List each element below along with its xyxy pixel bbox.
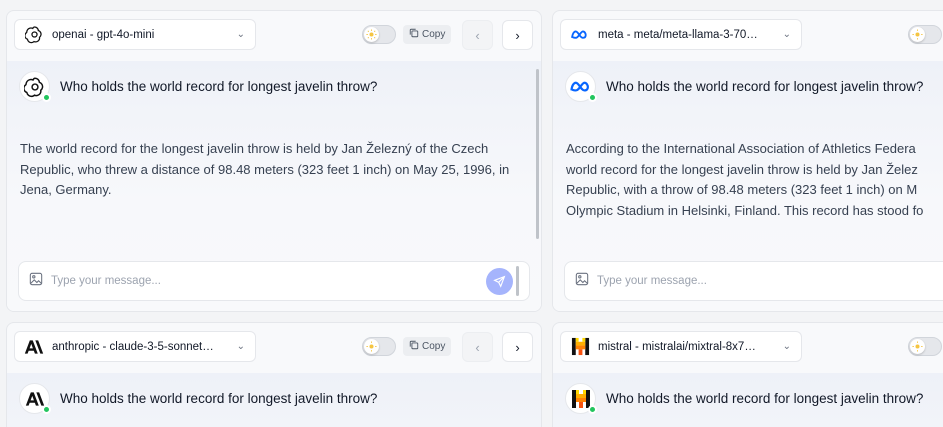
online-status-dot	[42, 405, 51, 414]
mode-toggle[interactable]	[908, 337, 942, 356]
copy-button[interactable]: Copy	[403, 25, 452, 44]
chat-panel-anthropic: anthropic - claude-3-5-sonnet… ⌄ Copy ‹ …	[6, 322, 542, 427]
copy-icon	[409, 340, 419, 353]
chat-body: Who holds the world record for longest j…	[553, 61, 943, 311]
answer-line: Republic, with a throw of 98.48 meters (…	[566, 182, 918, 197]
openai-avatar	[19, 71, 51, 102]
answer-line: According to the International Associati…	[566, 141, 916, 156]
model-select[interactable]: anthropic - claude-3-5-sonnet… ⌄	[14, 331, 256, 362]
panel-header: mistral - mistralai/mixtral-8x7… ⌄	[553, 323, 943, 373]
online-status-dot	[42, 93, 51, 102]
mistral-avatar	[565, 383, 597, 414]
chat-panel-meta: meta - meta/meta-llama-3-70… ⌄ Who holds…	[552, 10, 943, 312]
model-select[interactable]: meta - meta/meta-llama-3-70… ⌄	[560, 19, 802, 50]
copy-label: Copy	[422, 341, 446, 352]
chevron-down-icon: ⌄	[782, 29, 791, 40]
chevron-right-icon: ›	[515, 339, 520, 355]
send-icon	[493, 275, 506, 288]
panel-header: anthropic - claude-3-5-sonnet… ⌄ Copy ‹ …	[7, 323, 541, 373]
question-row: Who holds the world record for longest j…	[565, 71, 923, 102]
question-text: Who holds the world record for longest j…	[60, 391, 378, 406]
chevron-down-icon: ⌄	[236, 29, 245, 40]
image-icon[interactable]	[29, 272, 43, 291]
next-button[interactable]: ›	[502, 332, 533, 362]
chat-panel-openai: openai - gpt-4o-mini ⌄ Copy ‹ › Who hold…	[6, 10, 542, 312]
message-input[interactable]	[51, 275, 251, 287]
message-input-box	[18, 261, 530, 301]
scrollbar[interactable]	[536, 69, 539, 239]
meta-logo-icon	[570, 25, 590, 45]
copy-button[interactable]: Copy	[403, 337, 452, 356]
sun-icon	[910, 27, 925, 42]
question-text: Who holds the world record for longest j…	[606, 79, 924, 94]
message-input-box	[564, 261, 943, 301]
question-text: Who holds the world record for longest j…	[60, 79, 378, 94]
question-row: Who holds the world record for longest j…	[19, 383, 377, 414]
message-input[interactable]	[597, 275, 797, 287]
chevron-right-icon: ›	[515, 27, 520, 43]
chevron-left-icon: ‹	[475, 339, 480, 355]
mode-toggle[interactable]	[362, 25, 396, 44]
sun-icon	[364, 27, 379, 42]
anthropic-logo-icon	[24, 337, 44, 357]
question-text: Who holds the world record for longest j…	[606, 391, 924, 406]
online-status-dot	[588, 93, 597, 102]
sun-icon	[910, 339, 925, 354]
question-row: Who holds the world record for longest j…	[19, 71, 377, 102]
online-status-dot	[588, 405, 597, 414]
chevron-down-icon: ⌄	[782, 341, 791, 352]
send-button[interactable]	[486, 268, 513, 295]
model-select[interactable]: openai - gpt-4o-mini ⌄	[14, 19, 256, 50]
answer-line: world record for the longest javelin thr…	[566, 161, 918, 177]
chevron-down-icon: ⌄	[236, 341, 245, 352]
chat-body: Who holds the world record for longest j…	[553, 373, 943, 427]
answer-text: The world record for the longest javelin…	[20, 141, 510, 197]
chat-panel-mistral: mistral - mistralai/mixtral-8x7… ⌄ Who h…	[552, 322, 943, 427]
meta-avatar	[565, 71, 597, 102]
copy-icon	[409, 28, 419, 41]
sun-icon	[364, 339, 379, 354]
openai-logo-icon	[24, 25, 44, 45]
chat-body: Who holds the world record for longest j…	[7, 61, 541, 311]
mode-toggle[interactable]	[908, 25, 942, 44]
next-button[interactable]: ›	[502, 20, 533, 50]
question-row: Who holds the world record for longest j…	[565, 383, 923, 414]
prev-button[interactable]: ‹	[462, 20, 493, 50]
model-name: openai - gpt-4o-mini	[52, 28, 155, 41]
model-name: meta - meta/meta-llama-3-70…	[598, 28, 758, 41]
model-name: anthropic - claude-3-5-sonnet…	[52, 340, 214, 353]
anthropic-avatar	[19, 383, 51, 414]
model-select[interactable]: mistral - mistralai/mixtral-8x7… ⌄	[560, 331, 802, 362]
prev-button[interactable]: ‹	[462, 332, 493, 362]
mistral-logo-icon	[570, 337, 590, 357]
answer-text: According to the International Associati…	[566, 139, 943, 221]
answer-line: Olympic Stadium in Helsinki, Finland. Th…	[566, 202, 924, 218]
model-name: mistral - mistralai/mixtral-8x7…	[598, 340, 756, 353]
chat-body: Who holds the world record for longest j…	[7, 373, 541, 427]
copy-label: Copy	[422, 29, 446, 40]
input-scrollbar[interactable]	[516, 266, 519, 296]
panel-header: meta - meta/meta-llama-3-70… ⌄	[553, 11, 943, 61]
image-icon[interactable]	[575, 272, 589, 291]
mode-toggle[interactable]	[362, 337, 396, 356]
panel-header: openai - gpt-4o-mini ⌄ Copy ‹ ›	[7, 11, 541, 61]
chevron-left-icon: ‹	[475, 27, 480, 43]
